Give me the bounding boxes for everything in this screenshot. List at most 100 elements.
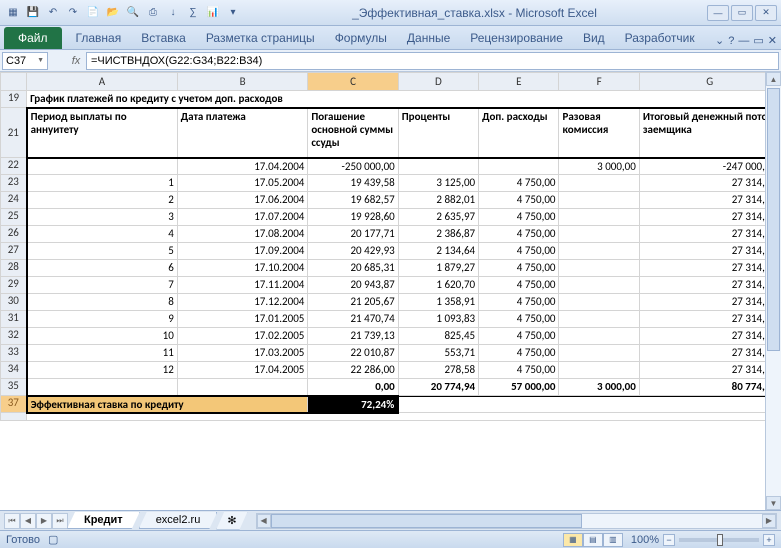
cell-fee[interactable] (559, 209, 639, 226)
new-icon[interactable]: 📄 (84, 4, 102, 22)
cell-extra[interactable]: 4 750,00 (479, 243, 559, 260)
cell-extra[interactable]: 4 750,00 (479, 311, 559, 328)
cell-extra[interactable]: 4 750,00 (479, 345, 559, 362)
cell-cashflow[interactable]: -247 000,00 (639, 158, 780, 175)
row-37-result[interactable]: 37 Эффективная ставка по кредиту 72,24% (1, 396, 781, 413)
cell-period[interactable] (27, 158, 178, 175)
scroll-left-icon[interactable]: ◀ (257, 514, 271, 528)
cell-date[interactable]: 17.04.2005 (177, 362, 308, 379)
cell-extra[interactable] (479, 158, 559, 175)
sheet-nav-last-icon[interactable]: ⏭ (52, 513, 68, 529)
cell-interest[interactable]: 278,58 (398, 362, 478, 379)
cell-principal[interactable]: 19 928,60 (308, 209, 398, 226)
save-icon[interactable]: 💾 (24, 4, 42, 22)
maximize-button[interactable]: ▭ (731, 5, 753, 21)
cell-date[interactable]: 17.04.2004 (177, 158, 308, 175)
table-row[interactable]: 27517.09.200420 429,932 134,644 750,0027… (1, 243, 781, 260)
table-row[interactable]: 25317.07.200419 928,602 635,974 750,0027… (1, 209, 781, 226)
new-sheet-button[interactable]: ✻ (216, 512, 247, 530)
preview-icon[interactable]: 🔍 (124, 4, 142, 22)
cell-cashflow[interactable]: 27 314,58 (639, 311, 780, 328)
table-row[interactable]: 30817.12.200421 205,671 358,914 750,0027… (1, 294, 781, 311)
cell-fee[interactable] (559, 260, 639, 277)
cell-date[interactable]: 17.12.2004 (177, 294, 308, 311)
cell-interest[interactable]: 2 635,97 (398, 209, 478, 226)
cell-period[interactable]: 8 (27, 294, 178, 311)
cell-interest[interactable] (398, 158, 478, 175)
cell-period[interactable]: 3 (27, 209, 178, 226)
cell-principal[interactable]: 20 685,31 (308, 260, 398, 277)
cell-interest[interactable]: 553,71 (398, 345, 478, 362)
col-header-A[interactable]: A (27, 73, 178, 91)
total-D[interactable]: 20 774,94 (398, 379, 478, 396)
header-extra[interactable]: Доп. расходы (479, 108, 559, 158)
cell-principal[interactable]: 22 010,87 (308, 345, 398, 362)
zoom-slider[interactable] (679, 538, 759, 542)
cell-date[interactable]: 17.06.2004 (177, 192, 308, 209)
cell-cashflow[interactable]: 27 314,58 (639, 294, 780, 311)
table-row[interactable]: 26417.08.200420 177,712 386,874 750,0027… (1, 226, 781, 243)
cell-cashflow[interactable]: 27 314,58 (639, 192, 780, 209)
close-button[interactable]: ✕ (755, 5, 777, 21)
sheet-tab-excel2ru[interactable]: excel2.ru (139, 512, 218, 529)
scroll-down-icon[interactable]: ▼ (766, 496, 781, 510)
header-fee[interactable]: Разовая комиссия (559, 108, 639, 158)
cell-extra[interactable]: 4 750,00 (479, 226, 559, 243)
cell-date[interactable]: 17.02.2005 (177, 328, 308, 345)
zoom-out-button[interactable]: − (663, 534, 675, 546)
total-C[interactable]: 0,00 (308, 379, 398, 396)
total-B[interactable] (177, 379, 308, 396)
name-box[interactable]: C37 ▼ (2, 52, 48, 70)
cell-principal[interactable]: 21 739,13 (308, 328, 398, 345)
cell-date[interactable]: 17.08.2004 (177, 226, 308, 243)
result-value-selected-cell[interactable]: 72,24% (308, 396, 398, 413)
col-header-B[interactable]: B (177, 73, 308, 91)
sheet-nav-prev-icon[interactable]: ◀ (20, 513, 36, 529)
cell-fee[interactable] (559, 175, 639, 192)
title-cell[interactable]: График платежей по кредиту с учетом доп.… (27, 91, 780, 108)
cell-fee[interactable] (559, 277, 639, 294)
workbook-minimize-icon[interactable]: — (738, 35, 749, 47)
cell-cashflow[interactable]: 27 314,58 (639, 209, 780, 226)
zoom-level[interactable]: 100% (631, 534, 659, 546)
cell-cashflow[interactable]: 27 314,58 (639, 226, 780, 243)
result-label[interactable]: Эффективная ставка по кредиту (27, 396, 308, 413)
cell-principal[interactable]: -250 000,00 (308, 158, 398, 175)
cell-period[interactable]: 7 (27, 277, 178, 294)
cell-fee[interactable] (559, 328, 639, 345)
workbook-close-icon[interactable]: ✕ (768, 34, 777, 47)
cell-interest[interactable]: 1 093,83 (398, 311, 478, 328)
select-all-corner[interactable] (1, 73, 27, 91)
cancel-formula-icon[interactable] (50, 53, 66, 69)
view-page-break-icon[interactable]: ▥ (603, 533, 623, 547)
cell-period[interactable]: 4 (27, 226, 178, 243)
workbook-restore-icon[interactable]: ▭ (753, 34, 763, 47)
table-row[interactable]: 341217.04.200522 286,00278,584 750,0027 … (1, 362, 781, 379)
cell-fee[interactable] (559, 192, 639, 209)
cell-principal[interactable]: 19 682,57 (308, 192, 398, 209)
scroll-right-icon[interactable]: ▶ (762, 514, 776, 528)
horizontal-scrollbar[interactable]: ◀ ▶ (256, 513, 777, 529)
cell-fee[interactable] (559, 226, 639, 243)
hscroll-thumb[interactable] (271, 514, 583, 528)
tab-review[interactable]: Рецензирование (460, 27, 573, 49)
cell-interest[interactable]: 2 386,87 (398, 226, 478, 243)
tab-home[interactable]: Главная (66, 27, 132, 49)
cell-cashflow[interactable]: 27 314,58 (639, 175, 780, 192)
cell-period[interactable]: 2 (27, 192, 178, 209)
cell-fee[interactable] (559, 362, 639, 379)
cell-period[interactable]: 12 (27, 362, 178, 379)
chart-icon[interactable]: 📊 (204, 4, 222, 22)
sheet-nav-next-icon[interactable]: ▶ (36, 513, 52, 529)
cell-period[interactable]: 11 (27, 345, 178, 362)
cell-extra[interactable]: 4 750,00 (479, 362, 559, 379)
redo-icon[interactable]: ↷ (64, 4, 82, 22)
cell-period[interactable]: 10 (27, 328, 178, 345)
zoom-in-button[interactable]: + (763, 534, 775, 546)
help-icon[interactable]: ? (728, 35, 734, 47)
cell-cashflow[interactable]: 27 314,58 (639, 243, 780, 260)
tab-data[interactable]: Данные (397, 27, 460, 49)
cell-interest[interactable]: 2 882,01 (398, 192, 478, 209)
tab-page-layout[interactable]: Разметка страницы (196, 27, 325, 49)
cell-fee[interactable] (559, 294, 639, 311)
